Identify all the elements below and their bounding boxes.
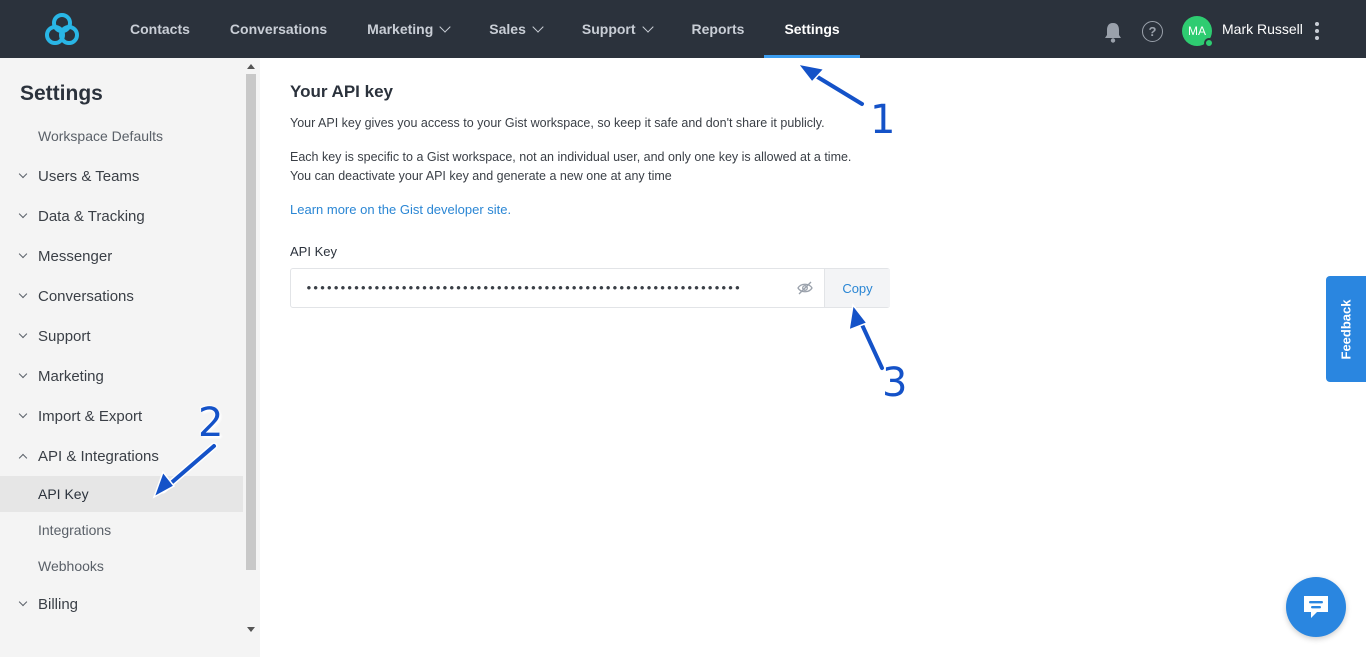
annotation-arrow-1 — [804, 68, 864, 106]
sidebar-item-label: Marketing — [38, 367, 104, 385]
chevron-down-icon — [18, 249, 28, 259]
nav-label: Support — [581, 21, 636, 37]
avatar-initials: MA — [1188, 24, 1206, 38]
nav-label: Settings — [784, 21, 840, 37]
sidebar-item-support[interactable]: Support — [0, 318, 243, 354]
nav-sales[interactable]: Sales — [469, 0, 562, 58]
avatar[interactable]: MA — [1182, 16, 1214, 48]
sidebar-item-label: Import & Export — [38, 407, 143, 425]
nav-label: Conversations — [229, 21, 328, 37]
annotation-arrowhead-3 — [848, 303, 869, 332]
sidebar-item-label: Billing — [38, 595, 79, 613]
detail-text-line-2: You can deactivate your API key and gene… — [290, 169, 672, 183]
annotation-arrowhead-1 — [796, 62, 826, 84]
online-status-dot-icon — [1204, 38, 1214, 48]
api-key-input[interactable] — [305, 277, 785, 299]
nav-conversations[interactable]: Conversations — [210, 0, 347, 58]
nav-label: Contacts — [130, 21, 190, 37]
chevron-down-icon — [18, 369, 28, 379]
chat-launcher-button[interactable] — [1286, 577, 1346, 637]
sidebar-item-users-teams[interactable]: Users & Teams — [0, 158, 243, 194]
scrollbar-thumb[interactable] — [246, 74, 256, 570]
nav-support[interactable]: Support — [562, 0, 672, 58]
sidebar-item-label: Conversations — [38, 287, 134, 305]
sidebar-item-label: Integrations — [38, 522, 112, 538]
main-nav: Contacts Conversations Marketing Sales Suppo… — [110, 0, 860, 58]
sidebar-item-messenger[interactable]: Messenger — [0, 238, 243, 274]
sidebar-item-label: Data & Tracking — [38, 207, 145, 225]
sidebar-item-label: API & Integrations — [38, 447, 159, 465]
sidebar-item-billing[interactable]: Billing — [0, 586, 243, 622]
api-key-label: API Key — [290, 244, 337, 259]
sidebar-item-webhooks[interactable]: Webhooks — [0, 548, 243, 584]
sidebar-title: Settings — [20, 82, 103, 105]
nav-marketing[interactable]: Marketing — [347, 0, 469, 58]
sidebar-item-label: Webhooks — [38, 558, 104, 574]
scroll-up-arrow-icon[interactable] — [247, 64, 255, 69]
chevron-down-icon — [532, 20, 544, 33]
sidebar-item-workspace-defaults[interactable]: Workspace Defaults — [0, 118, 243, 154]
chevron-up-icon — [18, 453, 28, 463]
user-name[interactable]: Mark Russell — [1222, 21, 1303, 37]
gist-logo-icon[interactable] — [44, 12, 80, 46]
chat-bubble-icon — [1304, 596, 1328, 618]
chevron-down-icon — [18, 209, 28, 219]
sidebar-item-data-tracking[interactable]: Data & Tracking — [0, 198, 243, 234]
notifications-bell-icon[interactable] — [1103, 21, 1123, 43]
sidebar-item-integrations[interactable]: Integrations — [0, 512, 243, 548]
sidebar-item-marketing[interactable]: Marketing — [0, 358, 243, 394]
sidebar-item-label: Support — [38, 327, 91, 345]
chevron-down-icon — [18, 329, 28, 339]
nav-label: Reports — [691, 21, 745, 37]
detail-text-line-1: Each key is specific to a Gist workspace… — [290, 150, 852, 164]
copy-button[interactable]: Copy — [824, 269, 890, 307]
annotation-arrow-3 — [856, 314, 884, 370]
sidebar-item-conversations[interactable]: Conversations — [0, 278, 243, 314]
developer-site-link[interactable]: Learn more on the Gist developer site. — [290, 202, 511, 217]
chevron-down-icon — [18, 597, 28, 607]
nav-reports[interactable]: Reports — [672, 0, 765, 58]
annotation-number-3: 3 — [882, 360, 908, 406]
settings-sidebar: Settings Workspace Defaults Users & Teams… — [0, 58, 260, 657]
sidebar-item-label: Messenger — [38, 247, 113, 265]
annotation-number-2: 2 — [198, 400, 224, 446]
nav-settings[interactable]: Settings — [764, 0, 860, 58]
sidebar-item-label: API Key — [38, 486, 89, 502]
chevron-down-icon — [641, 20, 654, 33]
nav-label: Marketing — [367, 21, 434, 37]
nav-label: Sales — [489, 21, 526, 37]
sidebar-scrollbar[interactable] — [244, 64, 258, 632]
feedback-tab[interactable]: Feedback — [1326, 276, 1366, 382]
help-icon[interactable]: ? — [1142, 21, 1163, 42]
more-options-kebab-icon[interactable] — [1314, 22, 1320, 40]
sidebar-item-api-key[interactable]: API Key — [0, 476, 243, 512]
intro-text: Your API key gives you access to your Gi… — [290, 116, 825, 130]
feedback-label: Feedback — [1338, 299, 1354, 359]
chevron-down-icon — [439, 20, 451, 33]
chevron-down-icon — [18, 289, 28, 299]
sidebar-item-label: Workspace Defaults — [38, 128, 164, 144]
page-title: Your API key — [290, 82, 393, 101]
nav-contacts[interactable]: Contacts — [110, 0, 210, 58]
chevron-down-icon — [18, 409, 28, 419]
api-key-field: Copy — [290, 268, 890, 308]
annotation-number-1: 1 — [870, 97, 896, 143]
scroll-down-arrow-icon[interactable] — [247, 627, 255, 632]
top-navigation-bar: Contacts Conversations Marketing Sales Suppo… — [0, 0, 1366, 58]
show-key-eye-icon[interactable] — [797, 281, 813, 295]
chevron-down-icon — [18, 169, 28, 179]
sidebar-item-label: Users & Teams — [38, 167, 140, 185]
